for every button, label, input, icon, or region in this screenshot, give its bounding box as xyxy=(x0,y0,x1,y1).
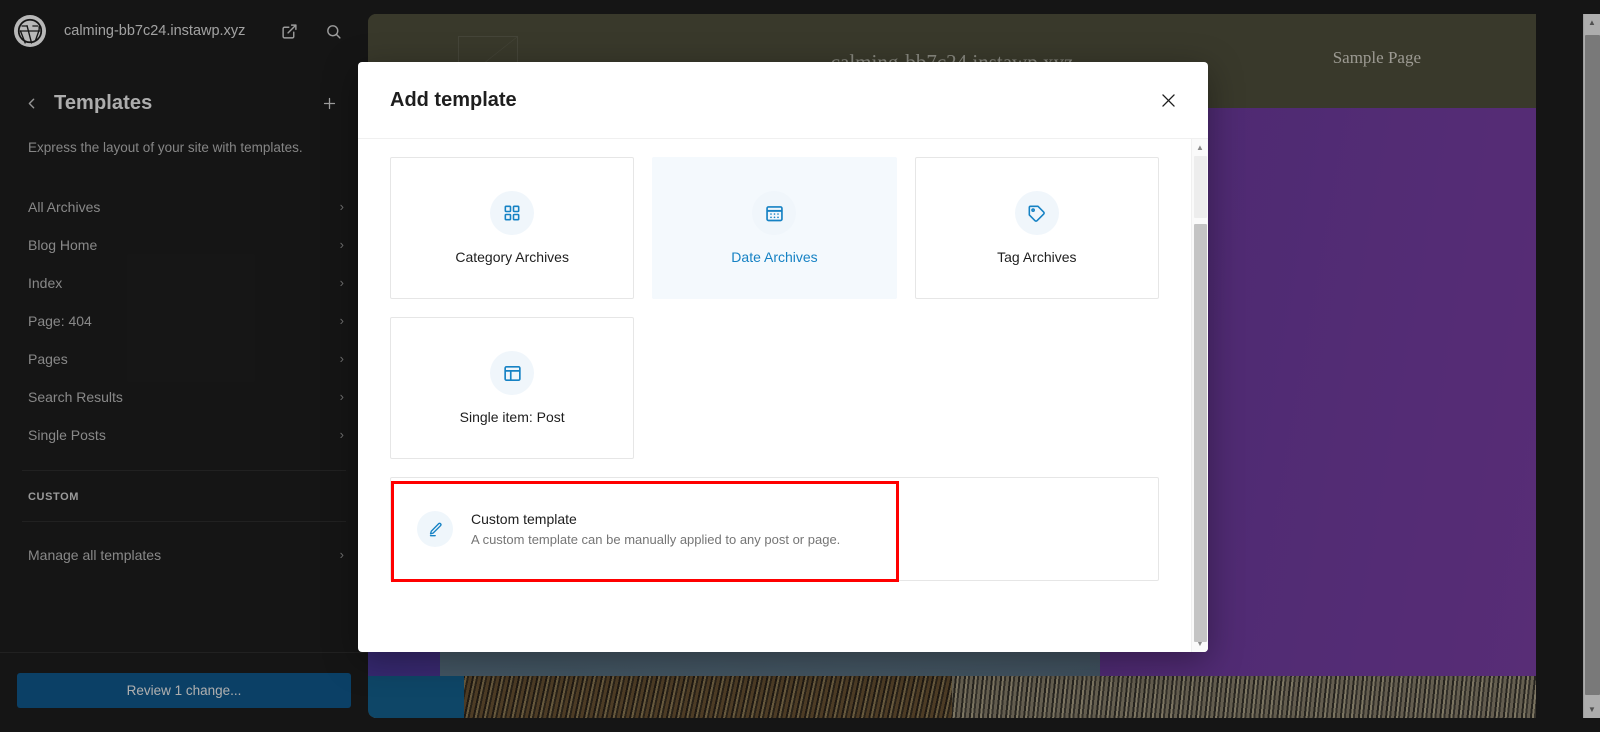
template-card-label: Single item: Post xyxy=(459,409,565,425)
modal-body: Front Page Pages Author Archives xyxy=(358,138,1208,652)
add-template-modal: Add template Front Page Pages xyxy=(358,62,1208,652)
template-card-single-item-post[interactable]: Single item: Post xyxy=(390,317,635,459)
custom-template-description: A custom template can be manually applie… xyxy=(471,532,841,547)
app-root: calming-bb7c24.instawp.xyz Templates Exp… xyxy=(0,0,1600,732)
modal-scrollbar[interactable]: ▲ ▼ xyxy=(1191,139,1208,652)
close-icon[interactable] xyxy=(1150,82,1186,118)
scroll-up-arrow-icon[interactable]: ▲ xyxy=(1192,139,1209,156)
modal-scrollbar-track-upper[interactable] xyxy=(1193,156,1207,218)
modal-title: Add template xyxy=(390,88,517,111)
modal-scrollbar-track[interactable] xyxy=(1192,156,1209,642)
template-card-label: Tag Archives xyxy=(997,249,1077,265)
custom-template-texts: Custom template A custom template can be… xyxy=(471,511,840,547)
tag-icon xyxy=(1014,191,1059,235)
modal-scroll-area: Front Page Pages Author Archives xyxy=(358,139,1191,652)
template-card-label: Category Archives xyxy=(455,249,569,265)
custom-template-option[interactable]: Custom template A custom template can be… xyxy=(391,478,1158,580)
template-card-tag-archives[interactable]: Tag Archives xyxy=(914,157,1159,299)
template-card-date-archives[interactable]: Date Archives xyxy=(652,157,897,299)
template-card-label: Date Archives xyxy=(731,249,818,265)
template-card-category-archives[interactable]: Category Archives xyxy=(390,157,635,299)
pencil-icon xyxy=(417,511,453,547)
custom-template-section: Custom template A custom template can be… xyxy=(390,477,1159,582)
calendar-icon xyxy=(752,191,797,235)
modal-header: Add template xyxy=(358,62,1208,138)
custom-template-title: Custom template xyxy=(471,511,577,527)
layout-icon xyxy=(490,351,535,395)
category-grid-icon xyxy=(490,191,535,235)
template-type-grid: Front Page Pages Author Archives xyxy=(390,139,1159,459)
modal-scrollbar-thumb[interactable] xyxy=(1193,224,1207,642)
